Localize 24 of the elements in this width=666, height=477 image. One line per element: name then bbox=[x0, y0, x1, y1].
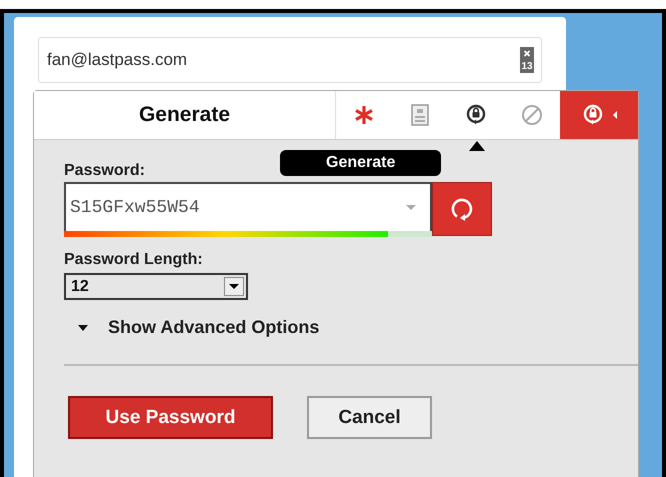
dropdown-icon bbox=[406, 205, 416, 210]
lock-cycle-icon bbox=[581, 103, 605, 127]
asterisk-icon bbox=[353, 104, 375, 126]
password-label: Password: bbox=[64, 162, 146, 180]
lock-cycle-icon bbox=[464, 103, 488, 127]
regenerate-button[interactable] bbox=[432, 182, 492, 236]
close-icon[interactable] bbox=[520, 47, 534, 60]
panel-title: Generate bbox=[34, 91, 336, 139]
triangle-icon bbox=[78, 324, 88, 330]
length-select[interactable]: 12 bbox=[64, 273, 248, 300]
tooltip-pointer-icon bbox=[469, 141, 485, 151]
tooltip: Generate bbox=[280, 150, 442, 176]
advanced-options-toggle[interactable]: Show Advanced Options bbox=[78, 317, 320, 338]
caret-icon bbox=[613, 111, 617, 119]
password-field[interactable]: S15GFxw55W54 bbox=[64, 182, 432, 231]
email-field[interactable]: fan@lastpass.com 13 bbox=[38, 37, 542, 83]
dropdown-icon bbox=[229, 284, 239, 289]
use-password-button[interactable]: Use Password bbox=[68, 396, 273, 439]
cancel-button[interactable]: Cancel bbox=[307, 396, 432, 439]
count-badge: 13 bbox=[520, 60, 534, 73]
form-icon bbox=[411, 104, 429, 126]
prohibited-icon bbox=[520, 103, 544, 127]
refresh-icon bbox=[449, 196, 475, 222]
length-label: Password Length: bbox=[64, 251, 204, 269]
